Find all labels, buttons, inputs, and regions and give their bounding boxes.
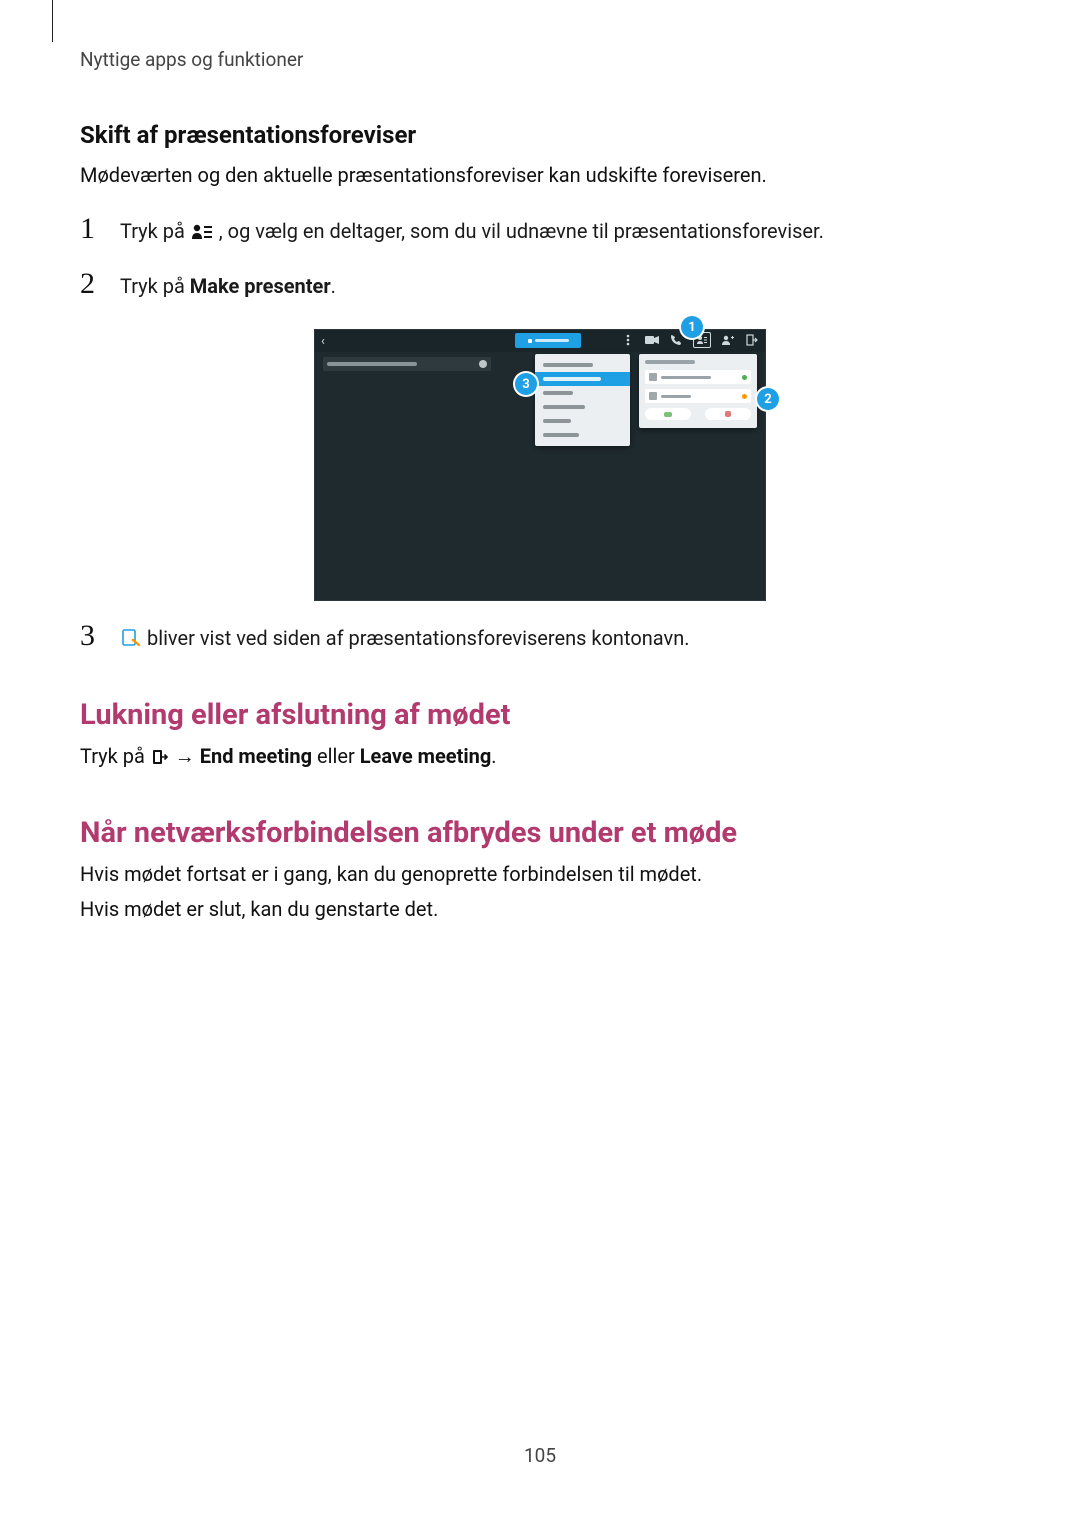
section-heading: Lukning eller afslutning af mødet bbox=[80, 698, 1000, 732]
numbered-steps-continued: 3 bliver vist ved siden af præsentations… bbox=[80, 619, 1000, 656]
text-fragment: Tryk på bbox=[120, 274, 190, 298]
meeting-tab-chip bbox=[323, 357, 491, 371]
page-number: 105 bbox=[80, 1444, 1000, 1467]
panel-button bbox=[705, 408, 751, 420]
step-2: 2 Tryk på Make presenter. bbox=[80, 267, 1000, 301]
videocam-icon bbox=[645, 333, 659, 347]
step-1: 1 Tryk på , og vælg en deltager, som du … bbox=[80, 212, 1000, 249]
text-fragment: . bbox=[491, 744, 496, 768]
share-screen-button bbox=[515, 333, 581, 348]
step-number: 3 bbox=[80, 619, 104, 653]
status-dot-icon bbox=[742, 394, 747, 399]
participant-row bbox=[645, 370, 751, 384]
step-number: 2 bbox=[80, 267, 104, 301]
text-fragment: Tryk på bbox=[80, 744, 150, 768]
panel-button bbox=[645, 408, 691, 420]
menu-item bbox=[535, 414, 630, 428]
callout-1: 1 bbox=[681, 316, 703, 338]
numbered-steps: 1 Tryk på , og vælg en deltager, som du … bbox=[80, 212, 1000, 301]
callout-2: 2 bbox=[757, 388, 779, 410]
overflow-menu-icon bbox=[621, 333, 635, 347]
text-fragment: eller bbox=[312, 744, 360, 768]
participant-row bbox=[645, 389, 751, 403]
chevron-left-icon: ‹ bbox=[321, 334, 325, 349]
paragraph: Hvis mødet fortsat er i gang, kan du gen… bbox=[80, 860, 1000, 889]
intro-paragraph: Mødeværten og den aktuelle præsentations… bbox=[80, 161, 1000, 190]
left-margin-rule bbox=[52, 0, 53, 42]
menu-item bbox=[535, 358, 630, 372]
exit-door-icon bbox=[151, 745, 169, 774]
menu-item bbox=[535, 400, 630, 414]
text-fragment: bliver vist ved siden af præsentationsfo… bbox=[147, 626, 690, 650]
app-screenshot: ‹ bbox=[314, 329, 766, 601]
callout-3: 3 bbox=[515, 373, 537, 395]
step-3: 3 bliver vist ved siden af præsentations… bbox=[80, 619, 1000, 656]
presenter-badge-icon bbox=[121, 627, 141, 656]
step-text: bliver vist ved siden af præsentationsfo… bbox=[120, 624, 690, 656]
add-person-icon bbox=[721, 333, 735, 347]
step-text: Tryk på Make presenter. bbox=[120, 272, 336, 301]
running-head: Nyttige apps og funktioner bbox=[80, 48, 1000, 71]
step-number: 1 bbox=[80, 212, 104, 246]
menu-item-make-presenter bbox=[535, 372, 630, 386]
participants-panel bbox=[639, 354, 757, 428]
bold-label: Leave meeting bbox=[360, 744, 492, 768]
text-fragment: . bbox=[331, 274, 336, 298]
text-fragment: , og vælg en deltager, som du vil udnævn… bbox=[219, 219, 824, 243]
menu-item bbox=[535, 428, 630, 442]
exit-icon bbox=[745, 333, 759, 347]
bold-label: End meeting bbox=[200, 744, 312, 768]
call-icon bbox=[669, 333, 683, 347]
paragraph: Hvis mødet er slut, kan du genstarte det… bbox=[80, 895, 1000, 924]
menu-item bbox=[535, 386, 630, 400]
context-menu bbox=[535, 354, 630, 446]
text-fragment: → bbox=[175, 744, 200, 768]
status-dot-icon bbox=[742, 375, 747, 380]
figure-container: ‹ bbox=[80, 329, 1000, 601]
paragraph: Tryk på → End meeting eller Leave meetin… bbox=[80, 742, 1000, 774]
subsection-heading: Skift af præsentationsforeviser bbox=[80, 121, 1000, 149]
text-fragment: Tryk på bbox=[120, 219, 190, 243]
section-heading: Når netværksforbindelsen afbrydes under … bbox=[80, 816, 1000, 850]
step-text: Tryk på , og vælg en deltager, som du vi… bbox=[120, 217, 824, 249]
bold-label: Make presenter bbox=[190, 274, 331, 298]
participants-list-icon bbox=[191, 220, 213, 249]
